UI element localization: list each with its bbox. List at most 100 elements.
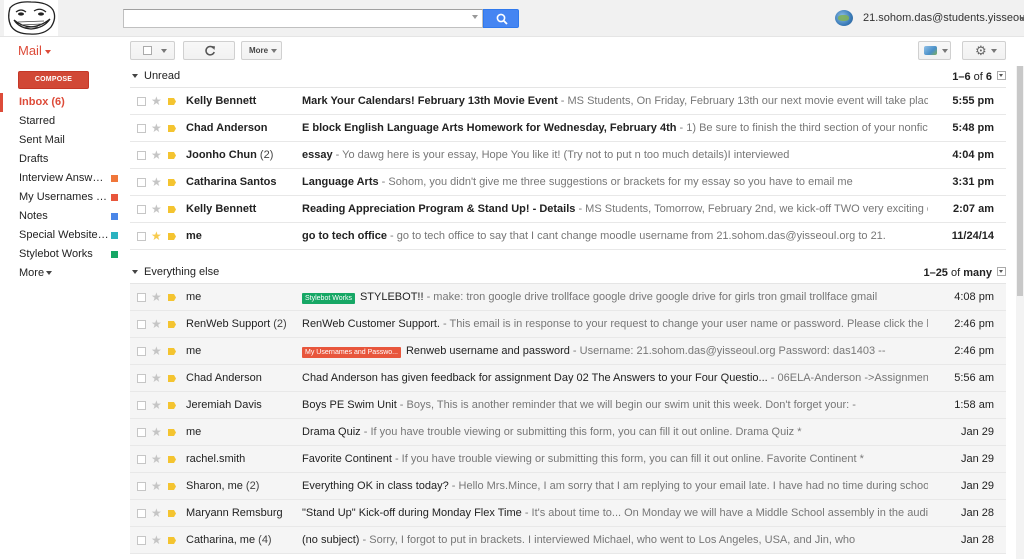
email-row[interactable]: ★ me go to tech office - go to tech office…: [130, 223, 1006, 250]
select-checkbox[interactable]: [137, 293, 146, 302]
email-row[interactable]: ★ me Drama Quiz - If you have trouble view…: [130, 419, 1006, 446]
select-checkbox[interactable]: [137, 401, 146, 410]
email-row[interactable]: ★ Jeremiah Davis Boys PE Swim Unit - Boys,…: [130, 392, 1006, 419]
email-date: 2:07 am: [953, 203, 994, 215]
select-checkbox[interactable]: [137, 428, 146, 437]
star-icon[interactable]: ★: [151, 169, 162, 195]
scrollbar-thumb[interactable]: [1017, 66, 1023, 296]
email-label-chip[interactable]: Stylebot Works: [302, 293, 355, 304]
sidebar-item-stylebot-works[interactable]: Stylebot Works: [0, 245, 122, 264]
trollface-logo[interactable]: [4, 0, 58, 36]
select-checkbox-button[interactable]: [130, 41, 175, 60]
section-options-icon[interactable]: [997, 267, 1006, 276]
email-label-chip[interactable]: My Usernames and Passwo...: [302, 347, 401, 358]
importance-marker-icon[interactable]: [168, 510, 176, 517]
star-icon[interactable]: ★: [151, 365, 162, 391]
importance-marker-icon[interactable]: [168, 483, 176, 490]
star-icon[interactable]: ★: [151, 115, 162, 141]
select-checkbox[interactable]: [137, 232, 146, 241]
search-input[interactable]: [123, 9, 483, 28]
select-checkbox[interactable]: [137, 455, 146, 464]
email-date: 1:58 am: [954, 399, 994, 411]
importance-marker-icon[interactable]: [168, 179, 176, 186]
email-row[interactable]: ★ Maryann Remsburg "Stand Up" Kick-off dur…: [130, 500, 1006, 527]
email-row[interactable]: ★ Sharon, me (2) Everything OK in class to…: [130, 473, 1006, 500]
importance-marker-icon[interactable]: [168, 456, 176, 463]
star-icon[interactable]: ★: [151, 392, 162, 418]
email-row[interactable]: ★ Chad Anderson E block English Language A…: [130, 115, 1006, 142]
importance-marker-icon[interactable]: [168, 537, 176, 544]
select-checkbox[interactable]: [137, 320, 146, 329]
section-options-icon[interactable]: [997, 71, 1006, 80]
importance-marker-icon[interactable]: [168, 429, 176, 436]
importance-marker-icon[interactable]: [168, 294, 176, 301]
select-checkbox[interactable]: [137, 374, 146, 383]
star-icon[interactable]: ★: [151, 223, 162, 249]
importance-marker-icon[interactable]: [168, 402, 176, 409]
sidebar-item-sent-mail[interactable]: Sent Mail: [0, 131, 122, 150]
importance-marker-icon[interactable]: [168, 206, 176, 213]
star-icon[interactable]: ★: [151, 88, 162, 114]
select-checkbox[interactable]: [137, 536, 146, 545]
mail-app-switcher[interactable]: Mail: [18, 43, 51, 58]
star-icon[interactable]: ★: [151, 446, 162, 472]
email-row[interactable]: ★ Kelly Bennett Mark Your Calendars! Febru…: [130, 88, 1006, 115]
email-row[interactable]: ★ me Stylebot Works STYLEBOT!! - make: tron…: [130, 284, 1006, 311]
star-icon[interactable]: ★: [151, 419, 162, 445]
importance-marker-icon[interactable]: [168, 348, 176, 355]
refresh-button[interactable]: [183, 41, 235, 60]
section-title[interactable]: Everything else: [144, 266, 219, 278]
star-icon[interactable]: ★: [151, 527, 162, 553]
select-checkbox[interactable]: [137, 151, 146, 160]
page-of: of: [973, 71, 983, 83]
importance-marker-icon[interactable]: [168, 321, 176, 328]
email-row[interactable]: ★ Joonho Chun (2) essay - Yo dawg here is …: [130, 142, 1006, 169]
star-icon[interactable]: ★: [151, 284, 162, 310]
email-content: (no subject) - Sorry, I forgot to put in…: [302, 527, 928, 553]
email-row[interactable]: ★ Kelly Bennett Reading Appreciation Progr…: [130, 196, 1006, 223]
collapse-triangle-icon[interactable]: [132, 270, 138, 274]
compose-button[interactable]: COMPOSE: [18, 71, 89, 89]
select-checkbox[interactable]: [137, 205, 146, 214]
select-checkbox[interactable]: [137, 347, 146, 356]
select-checkbox[interactable]: [137, 97, 146, 106]
section-title[interactable]: Unread: [144, 70, 180, 82]
star-icon[interactable]: ★: [151, 473, 162, 499]
importance-marker-icon[interactable]: [168, 98, 176, 105]
search-options-chevron-icon[interactable]: [472, 15, 478, 19]
scrollbar[interactable]: [1016, 66, 1024, 559]
sidebar-item-inbox-6[interactable]: Inbox (6): [0, 93, 122, 112]
more-actions-button[interactable]: More: [241, 41, 282, 60]
settings-button[interactable]: ⚙: [962, 41, 1006, 60]
importance-marker-icon[interactable]: [168, 375, 176, 382]
importance-marker-icon[interactable]: [168, 152, 176, 159]
select-checkbox[interactable]: [137, 124, 146, 133]
sidebar-item-special-websites-f[interactable]: Special Websites f...: [0, 226, 122, 245]
importance-marker-icon[interactable]: [168, 233, 176, 240]
select-checkbox[interactable]: [137, 178, 146, 187]
email-row[interactable]: ★ Chad Anderson Chad Anderson has given fe…: [130, 365, 1006, 392]
email-row[interactable]: ★ Catharina Santos Language Arts - Sohom, …: [130, 169, 1006, 196]
sidebar-item-notes[interactable]: Notes: [0, 207, 122, 226]
star-icon[interactable]: ★: [151, 311, 162, 337]
select-checkbox[interactable]: [137, 509, 146, 518]
sidebar-item-interview-answers[interactable]: Interview Answers ...: [0, 169, 122, 188]
email-row[interactable]: ★ RenWeb Support (2) RenWeb Customer Suppo…: [130, 311, 1006, 338]
star-icon[interactable]: ★: [151, 500, 162, 526]
sidebar-item-my-usernames-an[interactable]: My Usernames an...: [0, 188, 122, 207]
sidebar-item-more[interactable]: More: [0, 264, 122, 283]
sidebar-item-starred[interactable]: Starred: [0, 112, 122, 131]
star-icon[interactable]: ★: [151, 338, 162, 364]
email-row[interactable]: ★ me My Usernames and Passwo... Renweb user…: [130, 338, 1006, 365]
star-icon[interactable]: ★: [151, 196, 162, 222]
sidebar-item-drafts[interactable]: Drafts: [0, 150, 122, 169]
email-row[interactable]: ★ rachel.smith Favorite Continent - If you…: [130, 446, 1006, 473]
email-row[interactable]: ★ Catharina, me (4) (no subject) - Sorry, …: [130, 527, 1006, 554]
importance-marker-icon[interactable]: [168, 125, 176, 132]
input-tools-button[interactable]: [918, 41, 951, 60]
star-icon[interactable]: ★: [151, 142, 162, 168]
email-subject: Renweb username and password: [405, 345, 570, 357]
collapse-triangle-icon[interactable]: [132, 74, 138, 78]
select-checkbox[interactable]: [137, 482, 146, 491]
search-button[interactable]: [483, 9, 519, 28]
